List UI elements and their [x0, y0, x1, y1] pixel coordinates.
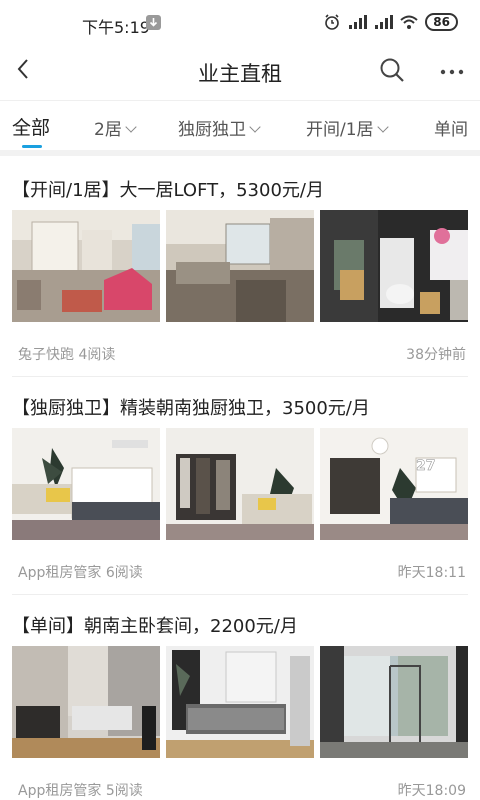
page-title: 业主直租	[198, 62, 282, 86]
listing-photo[interactable]	[166, 646, 314, 758]
listing-post[interactable]: 【独厨独卫】精装朝南独厨独卫，3500元/月 27 App租房管家 6阅读 昨天…	[0, 394, 480, 595]
more-icon[interactable]	[438, 58, 466, 86]
wifi-icon	[400, 15, 418, 29]
tab-all[interactable]: 全部	[12, 113, 50, 140]
post-reads: 4阅读	[78, 347, 116, 363]
listing-photo[interactable]	[12, 210, 160, 322]
post-photos: 27	[12, 428, 468, 540]
post-reads: 5阅读	[105, 783, 143, 799]
tab-studio-1-bedroom[interactable]: 开间/1居	[306, 115, 389, 140]
status-bar: 下午5:19 86	[0, 0, 480, 44]
post-author: App租房管家	[18, 565, 102, 581]
active-tab-indicator	[22, 145, 42, 148]
post-author-reads: App租房管家 6阅读	[18, 562, 143, 582]
status-icons: 86	[323, 13, 458, 31]
tab-label: 开间/1居	[306, 120, 374, 140]
tab-private-kitchen-bath[interactable]: 独厨独卫	[178, 115, 261, 140]
tab-single-room[interactable]: 单间	[434, 115, 468, 140]
tab-label: 2居	[94, 120, 122, 140]
listing-photo[interactable]	[320, 210, 468, 322]
download-icon	[146, 15, 161, 30]
battery-indicator: 86	[425, 13, 458, 31]
alarm-icon	[325, 14, 340, 30]
filter-tabs: 全部 2居 独厨独卫 开间/1居 单间	[0, 100, 480, 151]
post-separator	[12, 594, 468, 595]
post-time: 38分钟前	[406, 347, 466, 363]
signal-icon	[349, 15, 368, 29]
post-author: 兔子快跑	[18, 347, 74, 363]
listing-photo[interactable]	[166, 210, 314, 322]
listing-photo[interactable]: 27	[320, 428, 468, 540]
chevron-down-icon	[376, 121, 389, 133]
post-title[interactable]: 【独厨独卫】精装朝南独厨独卫，3500元/月	[12, 394, 370, 420]
post-separator	[12, 376, 468, 377]
listing-post[interactable]: 【单间】朝南主卧套间，2200元/月 App租房管家 5阅读 昨天18:09	[0, 612, 480, 800]
listing-photo[interactable]	[12, 428, 160, 540]
listing-photo[interactable]	[166, 428, 314, 540]
post-photos	[12, 646, 468, 758]
tab-label: 单间	[434, 120, 468, 140]
status-time: 下午5:19	[82, 18, 150, 37]
post-author-reads: App租房管家 5阅读	[18, 780, 143, 800]
listing-photo[interactable]	[320, 646, 468, 758]
listing-post[interactable]: 【开间/1居】大一居LOFT，5300元/月 兔子快跑 4阅读 38分钟前	[0, 176, 480, 377]
post-reads: 6阅读	[105, 565, 143, 581]
tab-label: 全部	[12, 117, 51, 139]
photo-badge: 27	[416, 458, 435, 474]
chevron-down-icon	[249, 121, 261, 133]
post-time: 昨天18:11	[397, 565, 466, 581]
post-title[interactable]: 【单间】朝南主卧套间，2200元/月	[12, 612, 298, 638]
post-title[interactable]: 【开间/1居】大一居LOFT，5300元/月	[12, 176, 324, 202]
tab-2-bedroom[interactable]: 2居	[94, 115, 137, 140]
post-author: App租房管家	[18, 783, 102, 799]
nav-bar: 业主直租	[0, 44, 480, 98]
tab-label: 独厨独卫	[178, 120, 246, 140]
signal-icon-2	[375, 15, 394, 29]
post-time: 昨天18:09	[397, 783, 466, 799]
listing-photo[interactable]	[12, 646, 160, 758]
search-icon[interactable]	[378, 56, 406, 84]
section-divider	[0, 150, 480, 156]
chevron-down-icon	[125, 121, 137, 133]
post-photos	[12, 210, 468, 322]
post-author-reads: 兔子快跑 4阅读	[18, 344, 115, 364]
